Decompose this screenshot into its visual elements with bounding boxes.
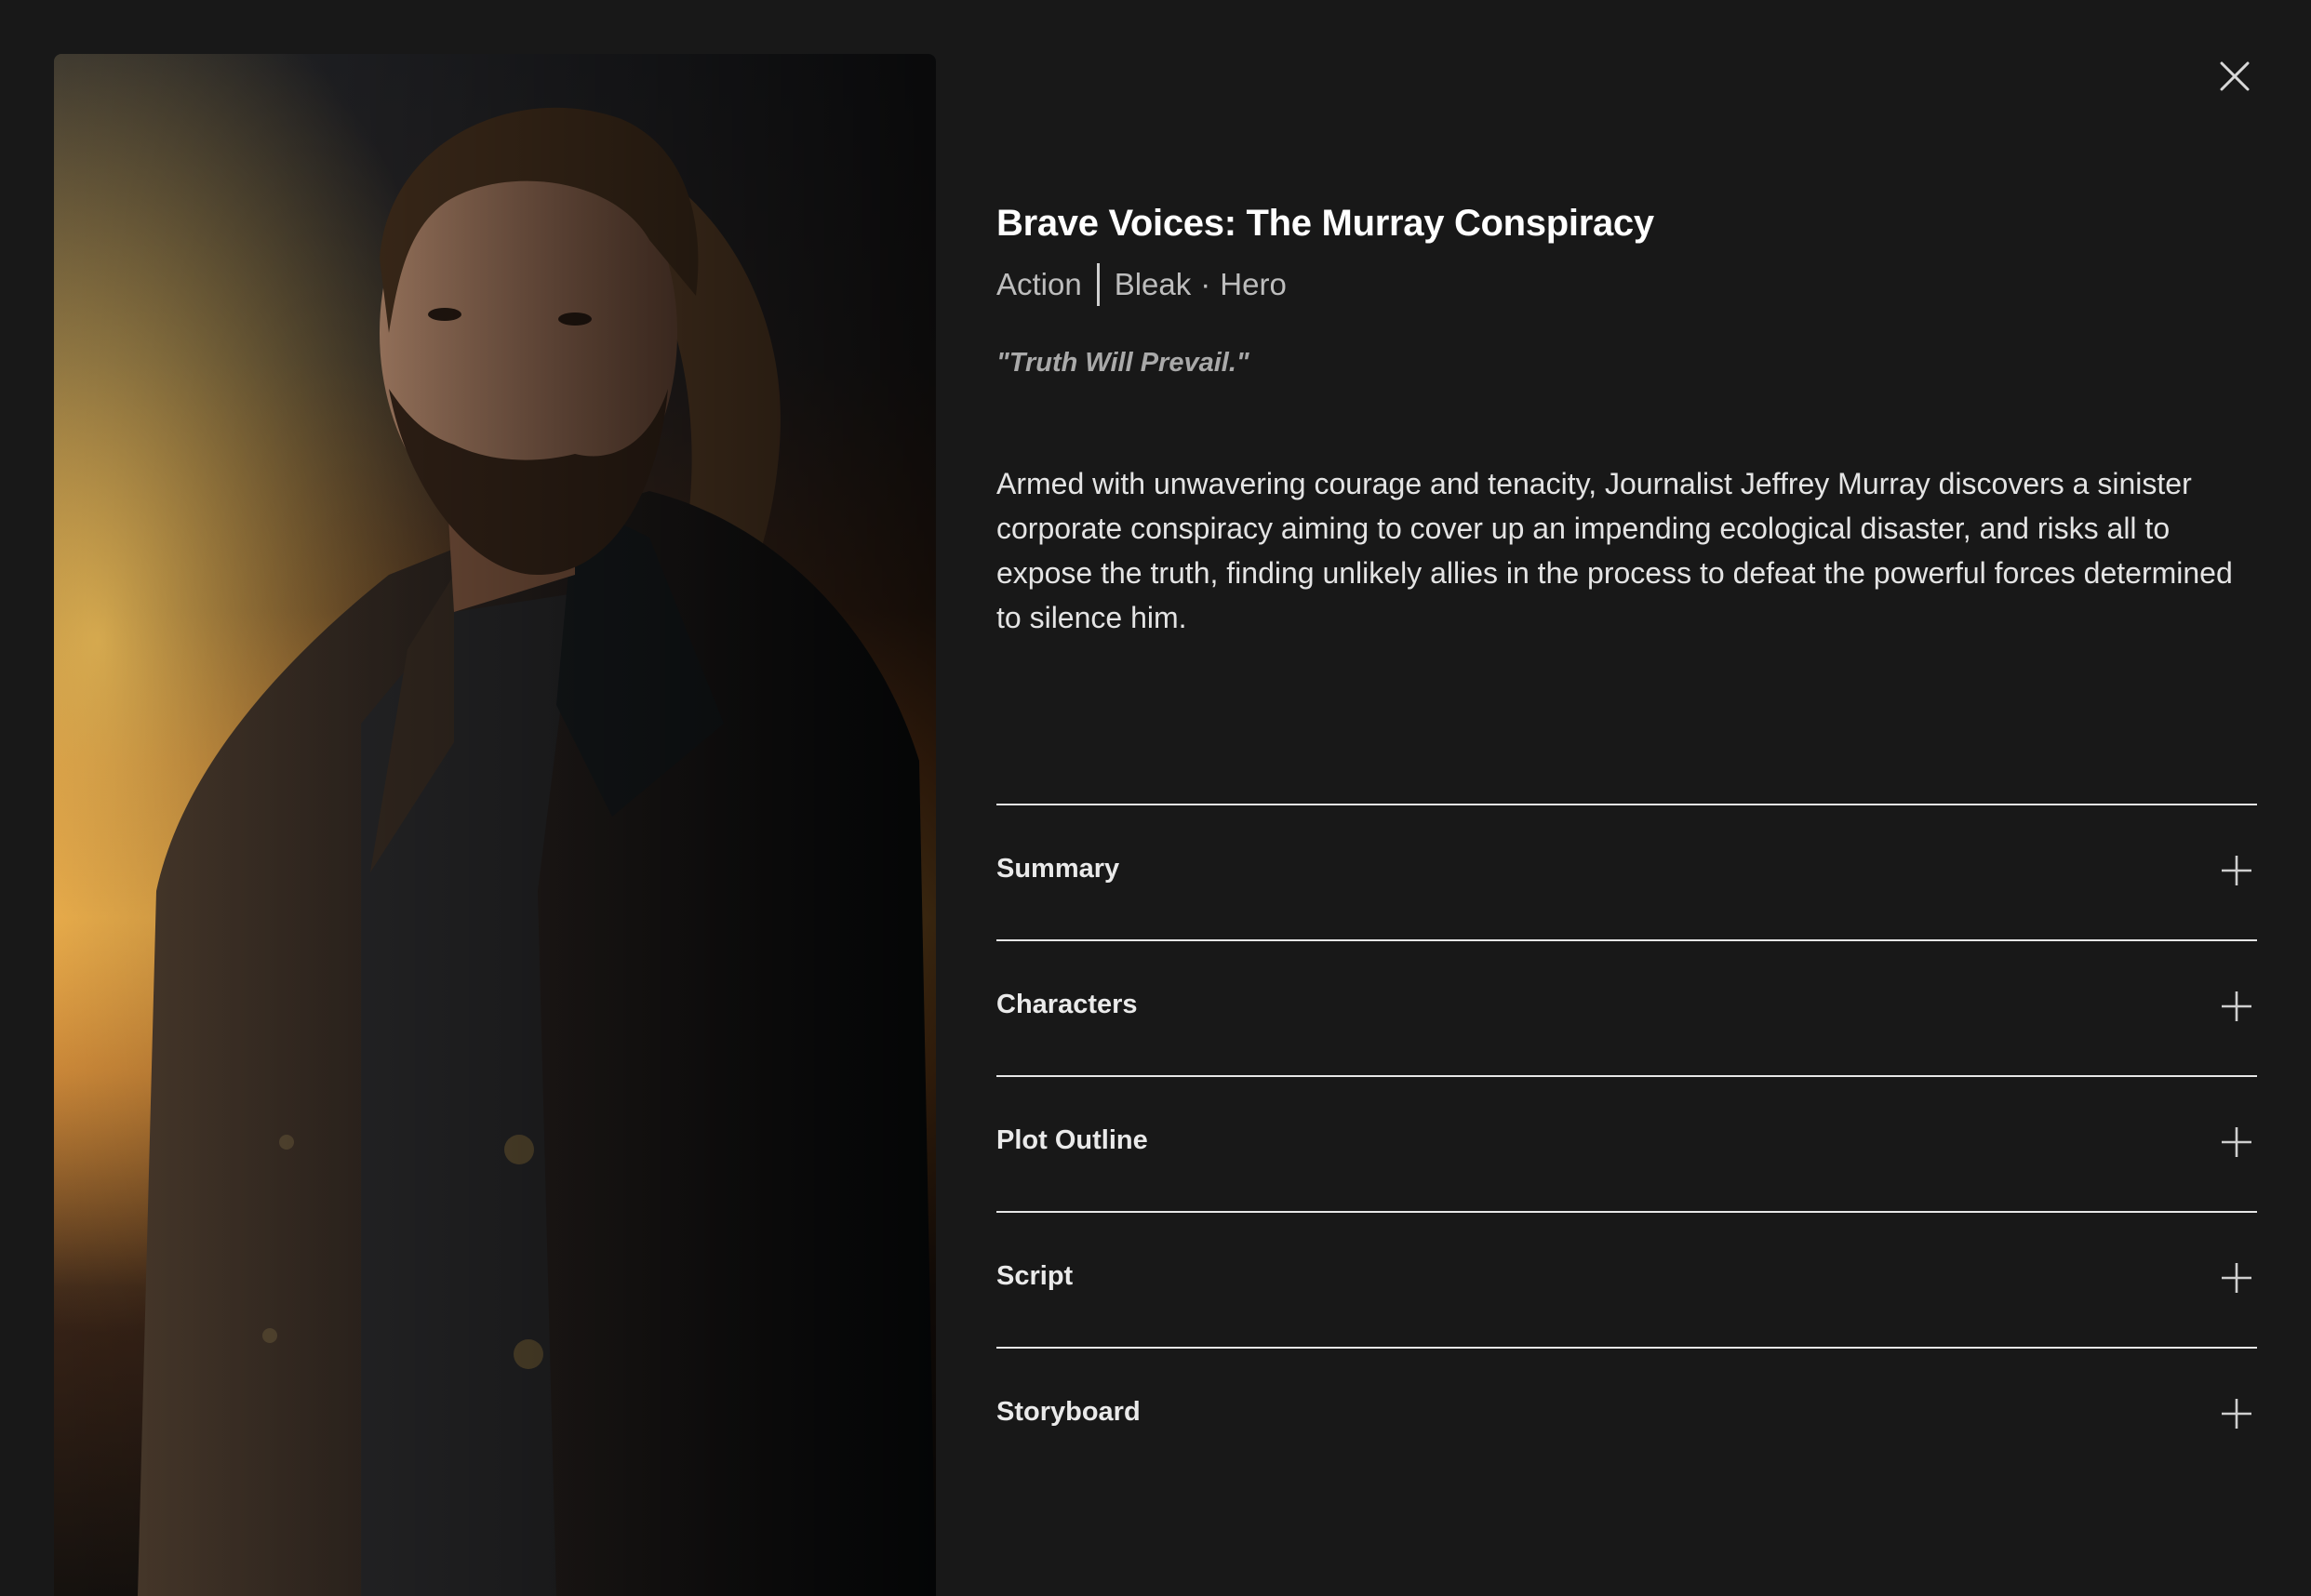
- section-label: Characters: [996, 990, 1138, 1019]
- meta-divider: [1096, 263, 1100, 306]
- story-detail-modal: Brave Voices: The Murray Conspiracy Acti…: [0, 0, 2311, 1596]
- story-details: Brave Voices: The Murray Conspiracy Acti…: [996, 0, 2257, 1596]
- section-label: Plot Outline: [996, 1125, 1148, 1155]
- plus-icon[interactable]: [2220, 854, 2253, 887]
- plus-icon[interactable]: [2220, 1125, 2253, 1159]
- story-meta: Action Bleak · Hero: [996, 263, 1287, 306]
- plus-icon[interactable]: [2220, 1397, 2253, 1430]
- section-characters[interactable]: Characters: [996, 941, 2257, 1077]
- story-description: Armed with unwavering courage and tenaci…: [996, 467, 2233, 634]
- section-storyboard[interactable]: Storyboard: [996, 1349, 2257, 1483]
- plus-icon[interactable]: [2220, 990, 2253, 1023]
- section-label: Summary: [996, 854, 1120, 884]
- section-label: Script: [996, 1261, 1074, 1291]
- tone-label: Bleak: [1114, 267, 1192, 301]
- plus-icon[interactable]: [2220, 1261, 2253, 1295]
- story-tagline: "Truth Will Prevail.": [996, 348, 1249, 378]
- sections-accordion: Summary Characters Plot Outline Script S…: [996, 804, 2257, 1483]
- meta-dot: ·: [1200, 267, 1211, 301]
- section-label: Storyboard: [996, 1397, 1141, 1427]
- poster-image: [54, 54, 936, 1596]
- portrait-image: [54, 54, 936, 1596]
- archetype-label: Hero: [1220, 267, 1287, 301]
- story-title: Brave Voices: The Murray Conspiracy: [996, 203, 1654, 244]
- section-summary[interactable]: Summary: [996, 805, 2257, 941]
- genre-label: Action: [996, 267, 1082, 301]
- section-script[interactable]: Script: [996, 1213, 2257, 1349]
- section-plot-outline[interactable]: Plot Outline: [996, 1077, 2257, 1213]
